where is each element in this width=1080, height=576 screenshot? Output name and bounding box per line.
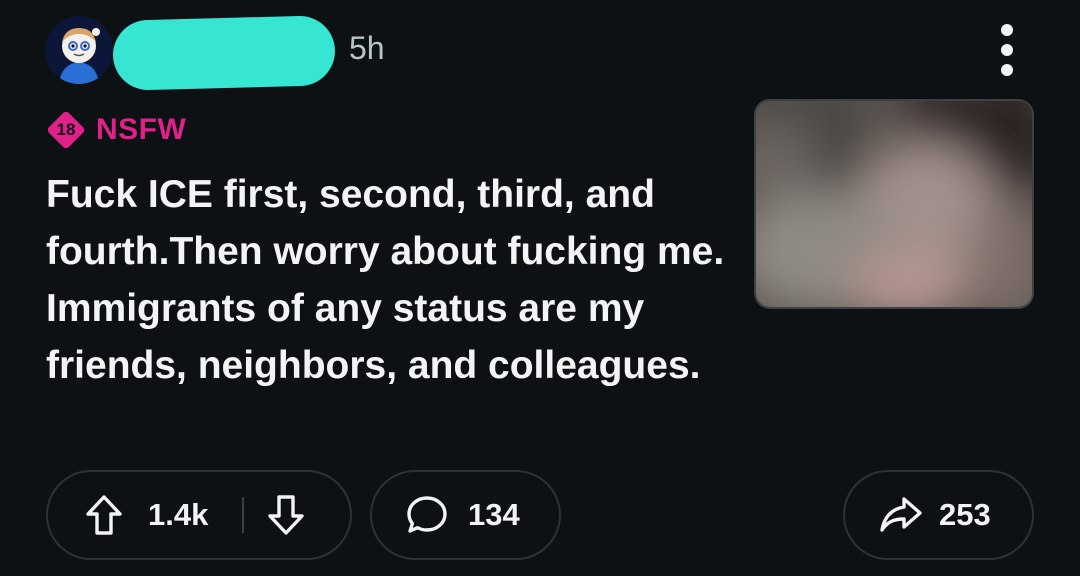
nsfw-badge: 18 NSFW: [46, 110, 187, 150]
comment-count: 134: [468, 497, 520, 532]
snoo-avatar-icon: [45, 16, 113, 84]
comments-button[interactable]: 134: [370, 470, 561, 560]
avatar[interactable]: [45, 16, 113, 84]
vote-count: 1.4k: [148, 497, 209, 532]
upvote-arrow-icon: [86, 495, 122, 535]
vote-control: 1.4k: [46, 470, 352, 560]
nsfw-label: NSFW: [96, 113, 187, 146]
post-time: 5h: [349, 30, 385, 66]
share-count: 253: [939, 497, 991, 532]
share-arrow-icon: [880, 497, 922, 532]
nsfw-18-icon: 18: [46, 110, 86, 150]
downvote-button[interactable]: [264, 490, 308, 540]
comment-bubble-icon: [407, 496, 447, 533]
share-icon-wrap: [877, 490, 925, 540]
vote-divider: [242, 497, 245, 533]
post-card[interactable]: 5h 18 NSFW Fuck ICE first, second, third…: [0, 0, 1080, 576]
share-button[interactable]: 253: [843, 470, 1034, 560]
overflow-menu-button[interactable]: [990, 24, 1024, 76]
upvote-button[interactable]: [82, 490, 126, 540]
more-vertical-icon: [1001, 24, 1013, 36]
post-thumbnail-blurred[interactable]: [754, 99, 1034, 309]
redacted-username: [112, 15, 336, 91]
post-title[interactable]: Fuck ICE first, second, third, and fourt…: [46, 166, 736, 394]
downvote-arrow-icon: [268, 495, 305, 535]
comment-icon-wrap: [404, 490, 450, 540]
